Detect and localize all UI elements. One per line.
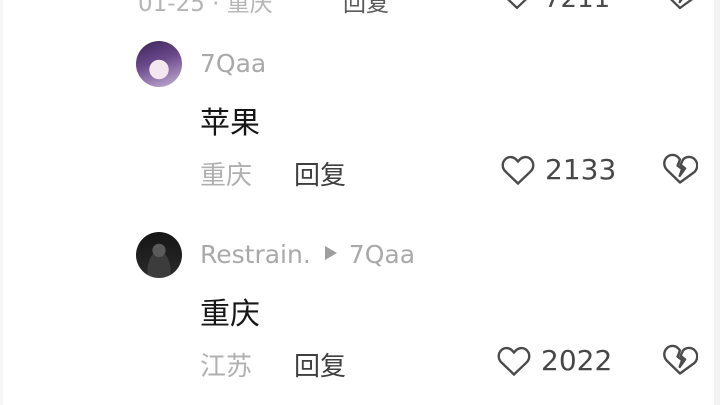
reply-button[interactable]: 回复 [294,155,346,192]
comment-actions: 江苏 回复 2022 [0,340,720,383]
broken-heart-icon[interactable] [662,342,698,378]
comment-item: Restrain. 7Qaa 重庆 江苏 回复 2022 [0,232,720,392]
comment-date-location: 01-25 · 重庆 [138,0,273,17]
heart-outline-icon[interactable] [501,154,535,186]
reply-button[interactable]: 回复 [343,0,389,18]
location-label: 江苏 [200,352,253,382]
reply-to-arrow-icon [324,246,337,260]
username-text[interactable]: Restrain. [200,240,311,269]
like-count: 2133 [545,153,617,186]
comment-actions: 重庆 回复 2133 [0,149,720,192]
avatar[interactable] [136,232,182,278]
reply-button[interactable]: 回复 [294,346,346,383]
avatar[interactable] [136,41,182,87]
broken-heart-icon[interactable] [664,0,696,12]
comment-text: 苹果 [200,106,260,141]
comment-text: 重庆 [200,297,260,332]
like-count: 7211 [544,0,610,14]
like-count: 2022 [541,344,613,377]
username[interactable]: 7Qaa [200,49,266,78]
reply-to-username[interactable]: 7Qaa [349,240,415,269]
heart-outline-icon[interactable] [502,0,532,10]
location-label: 重庆 [200,161,253,191]
username: Restrain. 7Qaa [200,240,415,269]
previous-comment-meta-row: 01-25 · 重庆 回复 7211 [0,0,720,17]
heart-outline-icon[interactable] [497,345,531,377]
username-text[interactable]: 7Qaa [200,49,266,78]
comment-item: 7Qaa 苹果 重庆 回复 2133 [0,41,720,201]
broken-heart-icon[interactable] [662,151,698,187]
